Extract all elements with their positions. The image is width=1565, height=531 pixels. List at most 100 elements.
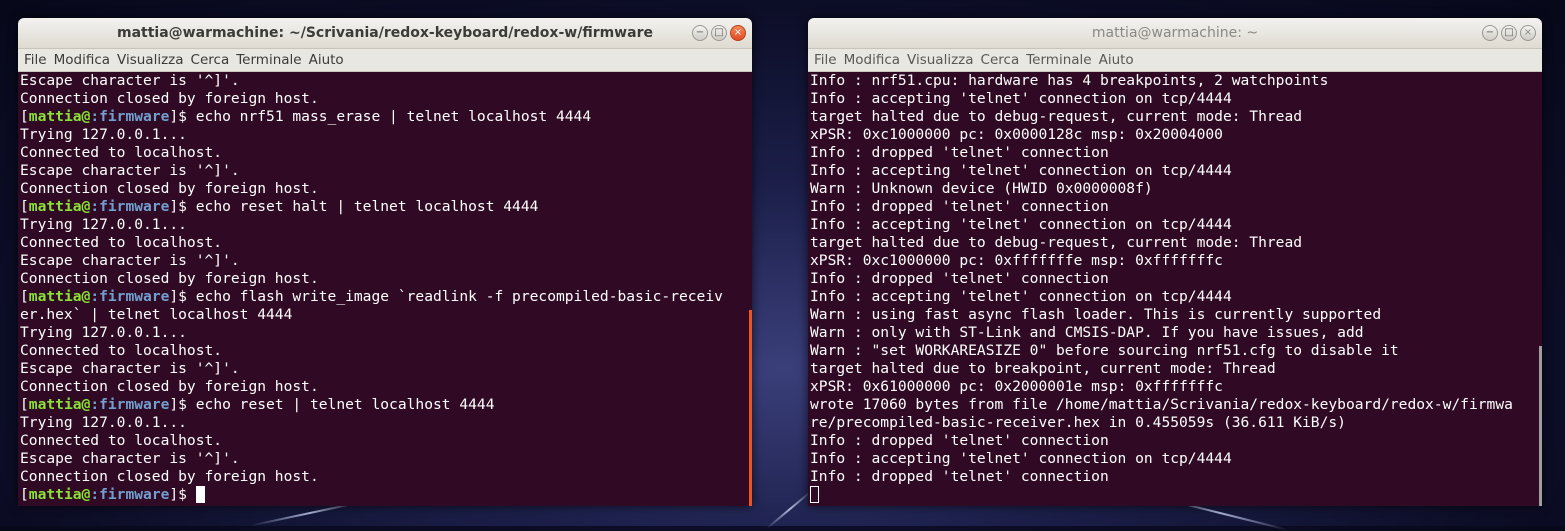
menu-visualizza[interactable]: Visualizza [117,52,184,68]
terminal-window-left[interactable]: mattia@warmachine: ~/Scrivania/redox-key… [18,18,752,506]
scrollbar-left[interactable] [749,310,752,506]
output-line: Trying 127.0.0.1... [20,324,749,342]
output-text: Escape character is '^]'. [20,252,240,269]
prompt-path: :firmware [90,108,170,125]
output-line: Connection closed by foreign host. [20,180,749,198]
log-line: xPSR: 0xc1000000 pc: 0xfffffffe msp: 0xf… [810,252,1223,269]
output-text: Trying 127.0.0.1... [20,216,187,233]
output-line: Connection closed by foreign host. [20,468,749,486]
output-text: Escape character is '^]'. [20,450,240,467]
output-line: Connection closed by foreign host. [20,270,749,288]
output-text: Escape character is '^]'. [20,72,240,89]
menu-visualizza[interactable]: Visualizza [907,52,974,68]
prompt-user: mattia@ [28,486,91,503]
command-text: echo flash write_image `readlink -f prec… [195,288,723,305]
output-text: Connection closed by foreign host. [20,468,319,485]
output-text: Connection closed by foreign host. [20,90,319,107]
titlebar-right[interactable]: mattia@warmachine: ~ − □ × [808,18,1542,49]
close-button[interactable]: × [730,25,746,41]
menu-file[interactable]: File [814,52,837,68]
output-line: Connected to localhost. [20,432,749,450]
log-line: Warn : using fast async flash loader. Th… [810,306,1382,323]
output-text: Escape character is '^]'. [20,162,240,179]
log-line: target halted due to debug-request, curr… [810,234,1303,251]
terminal-output-left[interactable]: Escape character is '^]'. Connection clos… [20,72,749,506]
log-line: Info : dropped 'telnet' connection [810,144,1109,161]
text-cursor [810,486,819,503]
log-line: Info : dropped 'telnet' connection [810,432,1109,449]
menu-aiuto[interactable]: Aiuto [1099,52,1134,68]
command-text: echo nrf51 mass_erase | telnet localhost… [195,108,592,125]
titlebar-left[interactable]: mattia@warmachine: ~/Scrivania/redox-key… [18,18,752,49]
output-text: Connected to localhost. [20,342,223,359]
log-line: Info : dropped 'telnet' connection [810,198,1109,215]
log-line: Warn : Unknown device (HWID 0x0000008f) [810,180,1153,197]
prompt-line: [mattia@:firmware]$ echo reset | telnet … [20,396,749,414]
log-line: xPSR: 0x61000000 pc: 0x2000001e msp: 0xf… [810,378,1223,395]
prompt-line: [mattia@:firmware]$ echo flash write_ima… [20,288,749,306]
log-line: xPSR: 0xc1000000 pc: 0x0000128c msp: 0x2… [810,126,1223,143]
minimize-button[interactable]: − [692,25,708,41]
menu-aiuto[interactable]: Aiuto [309,52,344,68]
output-text: Connected to localhost. [20,432,223,449]
menu-terminale[interactable]: Terminale [236,52,301,68]
prompt-path: :firmware [90,486,170,503]
prompt-line: [mattia@:firmware]$ echo nrf51 mass_eras… [20,108,749,126]
log-line: Info : dropped 'telnet' connection [810,468,1109,485]
prompt-line: [mattia@:firmware]$ [20,486,749,504]
log-line: Info : nrf51.cpu: hardware has 4 breakpo… [810,72,1329,89]
output-text: Trying 127.0.0.1... [20,126,187,143]
prompt-suffix: ]$ [169,198,196,215]
log-line: Info : accepting 'telnet' connection on … [810,162,1232,179]
log-line: Info : accepting 'telnet' connection on … [810,288,1232,305]
terminal-window-right[interactable]: mattia@warmachine: ~ − □ × File Modifica V… [808,18,1542,506]
menubar-right: File Modifica Visualizza Cerca Terminale Aiut… [808,49,1542,72]
output-line: Connected to localhost. [20,234,749,252]
menu-cerca[interactable]: Cerca [191,52,230,68]
close-button[interactable]: × [1520,25,1536,41]
menubar-left: File Modifica Visualizza Cerca Terminale Aiut… [18,49,752,72]
log-line: Info : accepting 'telnet' connection on … [810,90,1232,107]
minimize-button[interactable]: − [1482,25,1498,41]
log-line: Info : accepting 'telnet' connection on … [810,216,1232,233]
output-text: Escape character is '^]'. [20,360,240,377]
output-line: er.hex` | telnet localhost 4444 [20,306,749,324]
output-text: Trying 127.0.0.1... [20,324,187,341]
output-line: Trying 127.0.0.1... [20,126,749,144]
output-line: Connected to localhost. [20,342,749,360]
log-line: wrote 17060 bytes from file /home/mattia… [810,396,1513,413]
output-line: Trying 127.0.0.1... [20,414,749,432]
menu-modifica[interactable]: Modifica [844,52,900,68]
prompt-suffix: ]$ [169,396,196,413]
scrollbar-right[interactable] [1539,346,1542,506]
log-line: target halted due to breakpoint, current… [810,360,1276,377]
terminal-output-right[interactable]: Info : nrf51.cpu: hardware has 4 breakpo… [810,72,1539,506]
prompt-user: mattia@ [28,198,91,215]
menu-modifica[interactable]: Modifica [54,52,110,68]
log-line: Warn : only with ST-Link and CMSIS-DAP. … [810,324,1364,341]
prompt-suffix: ]$ [169,288,196,305]
prompt-bracket: [ [20,288,29,305]
log-line: Info : dropped 'telnet' connection [810,270,1109,287]
maximize-button[interactable]: □ [711,25,727,41]
menu-cerca[interactable]: Cerca [981,52,1020,68]
prompt-user: mattia@ [28,108,91,125]
prompt-line: [mattia@:firmware]$ echo reset halt | te… [20,198,749,216]
output-text: Connection closed by foreign host. [20,378,319,395]
cursor-line [810,486,1539,504]
output-line: Trying 127.0.0.1... [20,216,749,234]
menu-file[interactable]: File [24,52,47,68]
prompt-path: :firmware [90,288,170,305]
output-line: Escape character is '^]'. [20,162,749,180]
output-text: Connection closed by foreign host. [20,180,319,197]
prompt-bracket: [ [20,198,29,215]
output-text: Connection closed by foreign host. [20,270,319,287]
maximize-button[interactable]: □ [1501,25,1517,41]
window-title-left: mattia@warmachine: ~/Scrivania/redox-key… [117,25,653,41]
output-line: Escape character is '^]'. [20,450,749,468]
prompt-path: :firmware [90,396,170,413]
menu-terminale[interactable]: Terminale [1026,52,1091,68]
output-line: Escape character is '^]'. [20,252,749,270]
prompt-path: :firmware [90,198,170,215]
prompt-bracket: [ [20,396,29,413]
